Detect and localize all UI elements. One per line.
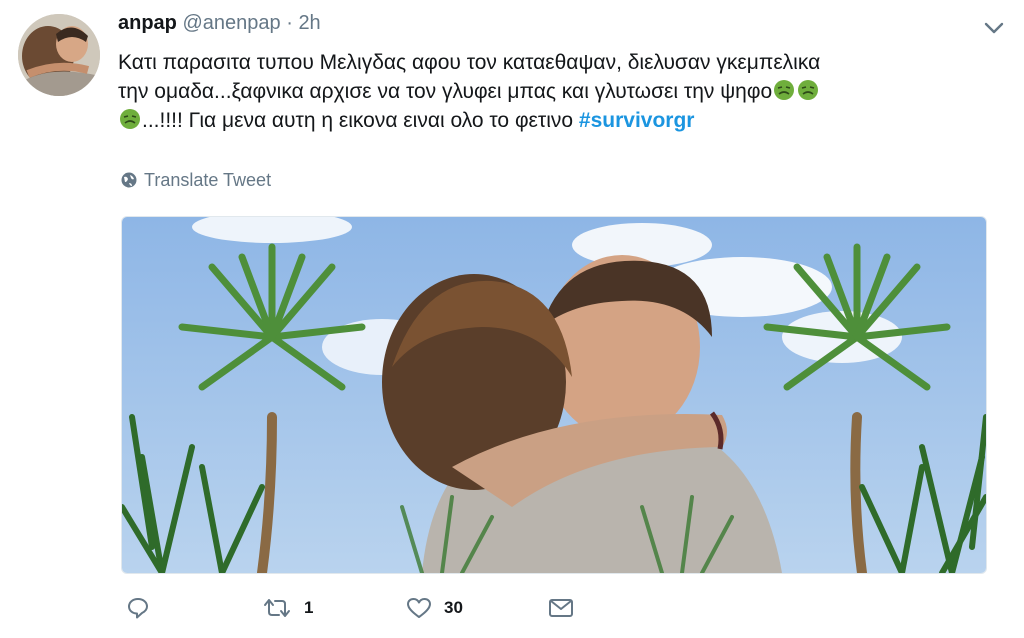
- like-button[interactable]: 30: [406, 596, 463, 620]
- reply-icon: [128, 598, 148, 619]
- avatar[interactable]: [18, 14, 100, 96]
- like-count: 30: [444, 598, 463, 617]
- envelope-icon: [549, 599, 573, 617]
- user-handle[interactable]: @anenpap: [182, 12, 280, 34]
- tweet-text-line: Κατι παρασιτα τυπου Μελιγδας αφου τον κα…: [118, 51, 821, 74]
- translate-tweet-link[interactable]: Translate Tweet: [120, 170, 271, 191]
- separator-dot: ·: [286, 12, 293, 34]
- hashtag-link[interactable]: #survivorgr: [579, 109, 695, 132]
- nauseated-face-icon: [120, 109, 140, 129]
- reply-button[interactable]: [126, 596, 162, 620]
- tweet-header: anpap @anenpap · 2h: [118, 12, 321, 35]
- chevron-down-icon[interactable]: [982, 18, 1006, 38]
- retweet-button[interactable]: 1: [262, 596, 313, 620]
- tweet-text: Κατι παρασιτα τυπου Μελιγδας αφου τον κα…: [118, 48, 998, 135]
- direct-message-button[interactable]: [548, 596, 574, 620]
- heart-icon: [407, 598, 431, 618]
- nauseated-face-icon: [798, 80, 819, 100]
- globe-icon: [121, 172, 137, 188]
- tweet-text-segment: ...!!!! Για μενα αυτη η εικονα ειναι ολο…: [142, 109, 574, 132]
- retweet-count: 1: [304, 598, 314, 617]
- tweet-text-line-with-emoji: την ομαδα...ξαφνικα αρχισε να τον γλυφει…: [118, 77, 998, 106]
- display-name[interactable]: anpap: [118, 12, 177, 34]
- tweet-text-line-with-hashtag: ...!!!! Για μενα αυτη η εικονα ειναι ολο…: [118, 106, 998, 135]
- translate-label: Translate Tweet: [144, 170, 272, 190]
- tweet-photo[interactable]: [121, 216, 987, 574]
- tweet-text-segment: την ομαδα...ξαφνικα αρχισε να τον γλυφει…: [118, 80, 773, 103]
- retweet-icon: [264, 599, 290, 617]
- nauseated-face-icon: [774, 80, 795, 100]
- timestamp[interactable]: 2h: [298, 12, 320, 34]
